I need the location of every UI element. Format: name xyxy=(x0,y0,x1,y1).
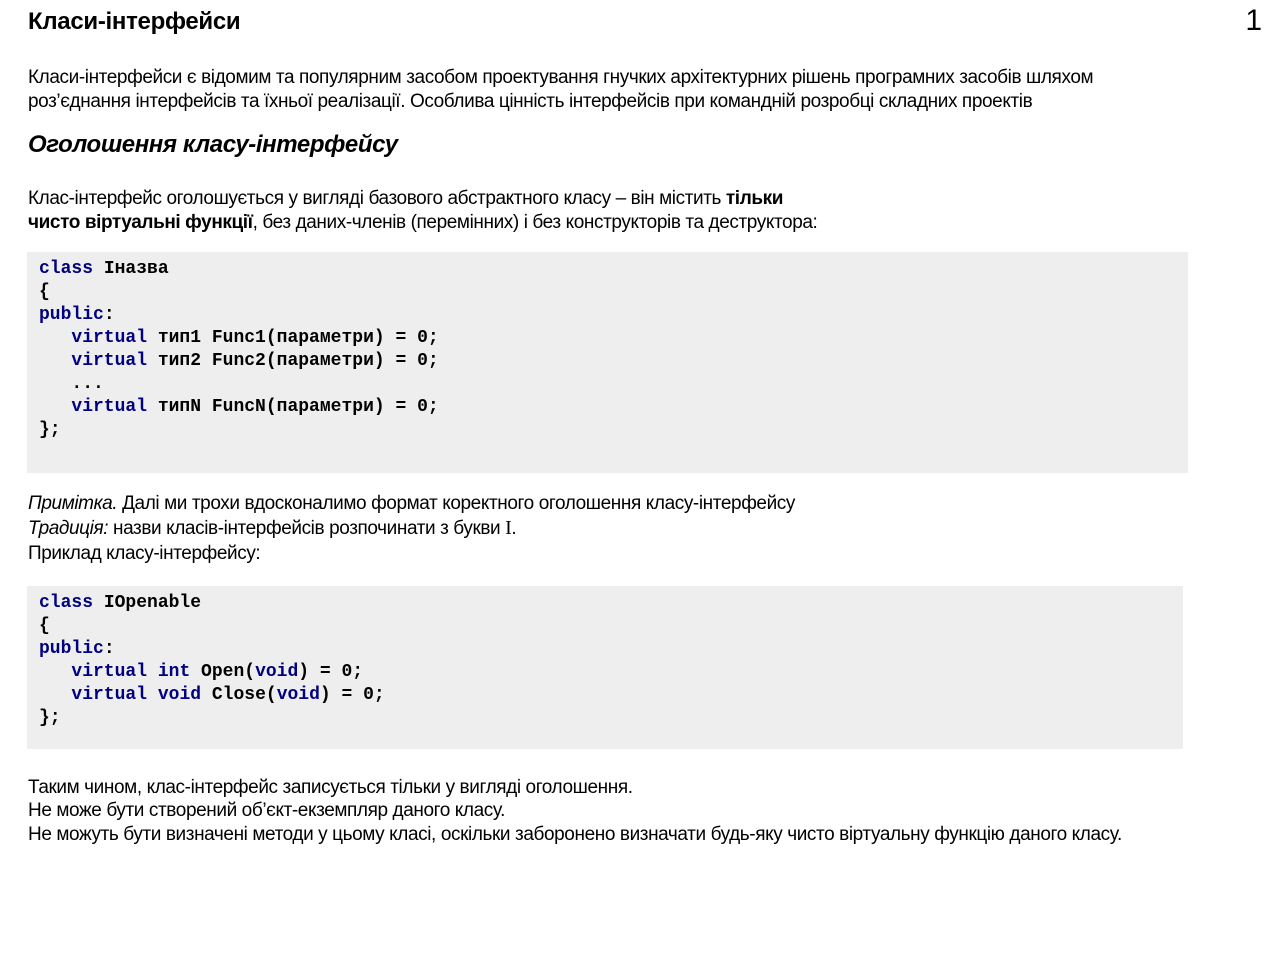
code-text: { xyxy=(39,616,50,636)
note-text: Далі ми трохи вдосконалимо формат корект… xyxy=(117,493,796,514)
code-line: virtual тип2 Func2(параметри) = 0; xyxy=(39,350,1188,373)
code-keyword: virtual xyxy=(71,685,148,705)
code-keyword: virtual xyxy=(71,351,148,371)
code-line: class IOpenable xyxy=(39,592,1183,615)
code-text: : xyxy=(103,639,115,659)
section-heading: Оголошення класу-інтерфейсу xyxy=(28,131,398,158)
intro-line-2: роз’єднання інтерфейсів та їхньої реаліз… xyxy=(28,91,1033,112)
code-line: class Іназва xyxy=(39,258,1188,281)
tradition-label: Традиція: xyxy=(28,518,109,539)
note-line: Примітка. Далі ми трохи вдосконалимо фор… xyxy=(28,492,795,516)
conclusion-line-3: Не можуть бути визначені методи у цьому … xyxy=(28,824,1122,845)
page-number: 1 xyxy=(1245,4,1262,37)
code-block-generic: class Іназва { public: virtual тип1 Func… xyxy=(27,252,1188,473)
code-line: }; xyxy=(39,419,1188,442)
code-keyword: void xyxy=(255,662,299,682)
code-line: virtual типN FuncN(параметри) = 0; xyxy=(39,396,1188,419)
declaration-text-1: Клас-інтерфейс оголошується у вигляді ба… xyxy=(28,188,726,209)
declaration-line-1: Клас-інтерфейс оголошується у вигляді ба… xyxy=(28,187,783,211)
conclusion-line-1: Таким чином, клас-інтерфейс записується … xyxy=(28,777,633,798)
code-keyword: class xyxy=(39,259,94,279)
tradition-text: назви класів-інтерфейсів розпочинати з б… xyxy=(108,518,506,539)
code-text: тип2 Func2(параметри) = 0; xyxy=(147,351,439,371)
code-line: { xyxy=(39,281,1188,304)
code-keyword: int xyxy=(157,662,191,682)
code-line: virtual void Close(void) = 0; xyxy=(39,684,1183,707)
code-line: virtual int Open(void) = 0; xyxy=(39,661,1183,684)
code-block-example: class IOpenable { public: virtual int Op… xyxy=(27,586,1183,749)
code-line: public: xyxy=(39,638,1183,661)
declaration-text-2: , без даних-членів (перемінних) і без ко… xyxy=(252,212,818,233)
declaration-bold-2: чисто віртуальні функції xyxy=(28,212,253,233)
code-text: типN FuncN(параметри) = 0; xyxy=(147,397,439,417)
page-title: Класи-інтерфейси xyxy=(28,8,241,35)
code-keyword: class xyxy=(39,593,94,613)
note-label: Примітка. xyxy=(28,493,118,514)
code-text: Open( xyxy=(190,662,256,682)
code-text: тип1 Func1(параметри) = 0; xyxy=(147,328,439,348)
code-line: }; xyxy=(39,707,1183,730)
code-line: { xyxy=(39,615,1183,638)
code-text: IOpenable xyxy=(93,593,202,613)
code-keyword: public xyxy=(39,639,104,659)
code-text: }; xyxy=(39,708,61,728)
code-text: ) = 0; xyxy=(319,685,385,705)
example-line: Приклад класу-інтерфейсу: xyxy=(28,543,261,564)
code-keyword: virtual xyxy=(71,662,148,682)
code-text: Close( xyxy=(201,685,277,705)
declaration-line-2: чисто віртуальні функції, без даних-член… xyxy=(28,211,818,235)
code-text: : xyxy=(103,305,115,325)
code-text: Іназва xyxy=(93,259,169,279)
code-text: ) = 0; xyxy=(298,662,364,682)
code-text: }; xyxy=(39,420,61,440)
code-line: ... xyxy=(39,373,1188,396)
code-text: ... xyxy=(39,374,104,394)
code-text: { xyxy=(39,282,50,302)
code-line: virtual тип1 Func1(параметри) = 0; xyxy=(39,327,1188,350)
declaration-bold-1: тільки xyxy=(725,188,784,209)
code-line: public: xyxy=(39,304,1188,327)
tradition-end: . xyxy=(511,518,517,539)
code-keyword: virtual xyxy=(71,328,148,348)
code-keyword: void xyxy=(276,685,320,705)
code-keyword: public xyxy=(39,305,104,325)
intro-line-1: Класи-інтерфейси є відомим та популярним… xyxy=(28,67,1094,88)
tradition-line: Традиція: назви класів-інтерфейсів розпо… xyxy=(28,516,517,541)
code-keyword: virtual xyxy=(71,397,148,417)
code-keyword: void xyxy=(157,685,202,705)
conclusion-line-2: Не може бути створений об’єкт-екземпляр … xyxy=(28,800,505,821)
